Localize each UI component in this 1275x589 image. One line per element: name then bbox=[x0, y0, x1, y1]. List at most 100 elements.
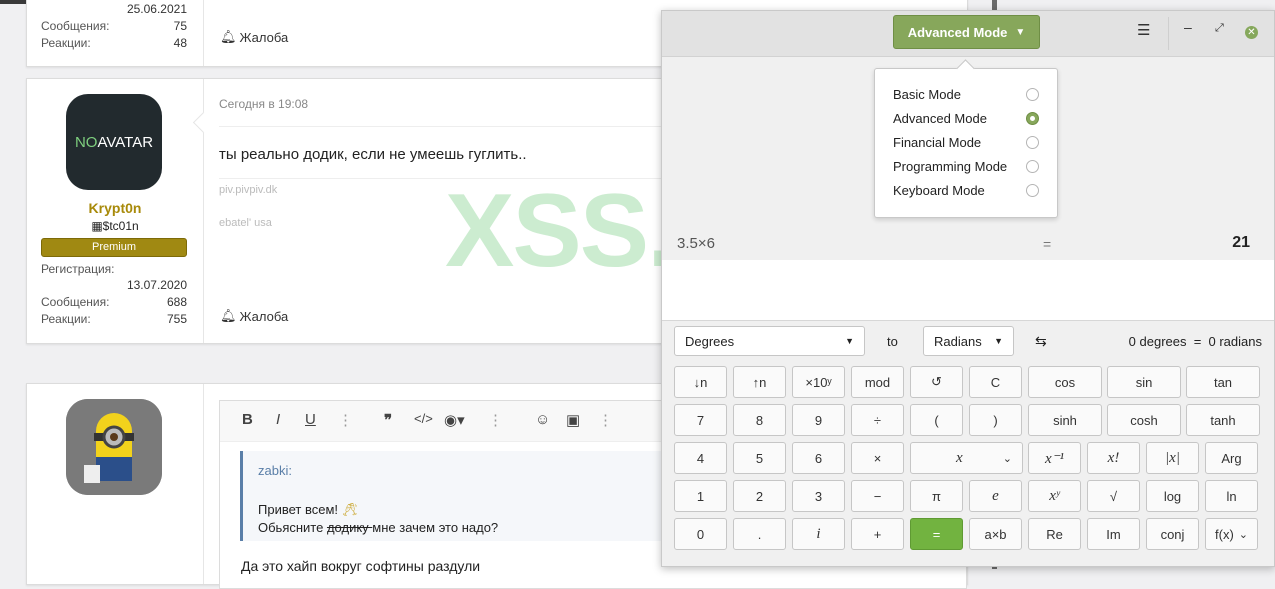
mode-option-programming[interactable]: Programming Mode bbox=[893, 159, 1039, 174]
key-sqrt[interactable]: √ bbox=[1087, 480, 1140, 512]
mode-selector-button[interactable]: Advanced Mode ▼ bbox=[893, 15, 1040, 49]
key-decimal[interactable]: . bbox=[733, 518, 786, 550]
key-3[interactable]: 3 bbox=[792, 480, 845, 512]
popover-arrow bbox=[956, 59, 975, 78]
italic-icon[interactable]: I bbox=[276, 411, 280, 428]
key-4[interactable]: 4 bbox=[674, 442, 727, 474]
key-2[interactable]: 2 bbox=[733, 480, 786, 512]
history-expression[interactable]: 3.5×6 bbox=[677, 235, 715, 252]
chevron-down-icon: ⌄ bbox=[1002, 452, 1012, 465]
key-0[interactable]: 0 bbox=[674, 518, 727, 550]
key-multiply[interactable]: × bbox=[851, 442, 904, 474]
key-inverse[interactable]: x⁻¹ bbox=[1028, 442, 1081, 474]
key-equals[interactable]: = bbox=[910, 518, 963, 550]
radio-icon[interactable] bbox=[1026, 160, 1039, 173]
more-icon[interactable]: ⋮ bbox=[598, 411, 613, 429]
underline-icon[interactable]: U bbox=[305, 411, 316, 428]
key-sinh[interactable]: sinh bbox=[1028, 404, 1102, 436]
to-label: to bbox=[887, 334, 898, 349]
key-add[interactable]: + bbox=[851, 518, 904, 550]
quote-author[interactable]: zabki: bbox=[258, 463, 292, 478]
post-user-sidebar bbox=[27, 384, 204, 584]
quote-line-1: Привет всем! 🥂︎ bbox=[258, 502, 359, 517]
chevron-down-icon: ▼ bbox=[1015, 26, 1026, 38]
history-result[interactable]: 21 bbox=[1232, 234, 1250, 252]
key-6[interactable]: 6 bbox=[792, 442, 845, 474]
key-cos[interactable]: cos bbox=[1028, 366, 1102, 398]
draft-text[interactable]: Да это хайп вокруг софтины раздули bbox=[241, 558, 480, 574]
quote-icon[interactable]: ❞ bbox=[384, 411, 392, 429]
post-date[interactable]: Сегодня в 19:08 bbox=[219, 97, 308, 111]
more-icon[interactable]: ⋮ bbox=[338, 411, 353, 429]
key-arg[interactable]: Arg bbox=[1205, 442, 1258, 474]
spoiler-icon[interactable]: ◉▾ bbox=[444, 411, 465, 429]
more-icon[interactable]: ⋮ bbox=[488, 411, 503, 429]
username[interactable]: Krypt0n bbox=[27, 200, 203, 216]
avatar[interactable]: NO AVATAR bbox=[66, 94, 162, 190]
key-imag-part[interactable]: Im bbox=[1087, 518, 1140, 550]
key-sin[interactable]: sin bbox=[1107, 366, 1181, 398]
key-power[interactable]: xʸ bbox=[1028, 480, 1081, 512]
bold-icon[interactable]: B bbox=[242, 411, 253, 428]
report-link[interactable]: 🔔︎ Жалоба bbox=[220, 29, 288, 45]
mode-option-basic[interactable]: Basic Mode bbox=[893, 87, 1039, 102]
code-icon[interactable]: </> bbox=[414, 411, 433, 426]
key-divide[interactable]: ÷ bbox=[851, 404, 904, 436]
header-separator bbox=[1168, 17, 1169, 50]
report-link[interactable]: 🔔︎ Жалоба bbox=[220, 308, 288, 324]
swap-units-icon[interactable]: ⇆ bbox=[1035, 333, 1047, 350]
key-shift-left[interactable]: ↑n bbox=[733, 366, 786, 398]
key-tan[interactable]: tan bbox=[1186, 366, 1260, 398]
key-clear[interactable]: C bbox=[969, 366, 1022, 398]
calculator-buttons-area: Degrees ▼ to Radians ▼ ⇆ 0 degrees = 0 rad… bbox=[662, 321, 1274, 566]
key-open-paren[interactable]: ( bbox=[910, 404, 963, 436]
unit-from-select[interactable]: Degrees ▼ bbox=[674, 326, 865, 356]
key-real[interactable]: Re bbox=[1028, 518, 1081, 550]
signature-line-1: piv.pivpiv.dk bbox=[219, 184, 278, 196]
key-abs[interactable]: |x| bbox=[1146, 442, 1199, 474]
key-function[interactable]: f(x) ⌄ bbox=[1205, 518, 1258, 550]
expression-entry[interactable] bbox=[662, 260, 1274, 321]
minion-avatar-image bbox=[66, 399, 162, 495]
key-mod[interactable]: mod bbox=[851, 366, 904, 398]
champagne-icon: 🥂︎ bbox=[341, 502, 359, 517]
avatar[interactable] bbox=[66, 399, 162, 495]
key-conjugate[interactable]: conj bbox=[1146, 518, 1199, 550]
history-row[interactable]: 3.5×6 = 21 bbox=[662, 231, 1274, 261]
key-log[interactable]: log bbox=[1146, 480, 1199, 512]
close-icon[interactable]: ✕ bbox=[1245, 26, 1258, 39]
minimize-icon[interactable]: – bbox=[1184, 19, 1192, 35]
undo-icon[interactable]: ↺ bbox=[910, 366, 963, 398]
mode-option-financial[interactable]: Financial Mode bbox=[893, 135, 1039, 150]
key-tanh[interactable]: tanh bbox=[1186, 404, 1260, 436]
key-close-paren[interactable]: ) bbox=[969, 404, 1022, 436]
radio-icon[interactable] bbox=[1026, 136, 1039, 149]
key-variable-x[interactable]: x ⌄ bbox=[910, 442, 1023, 474]
radio-selected-icon[interactable] bbox=[1026, 112, 1039, 125]
maximize-icon[interactable]: ⤢ bbox=[1215, 22, 1224, 35]
key-euler[interactable]: e bbox=[969, 480, 1022, 512]
key-scientific-notation[interactable]: a×b bbox=[969, 518, 1022, 550]
radio-icon[interactable] bbox=[1026, 88, 1039, 101]
key-ln[interactable]: ln bbox=[1205, 480, 1258, 512]
key-imaginary[interactable]: i bbox=[792, 518, 845, 550]
key-cosh[interactable]: cosh bbox=[1107, 404, 1181, 436]
mode-option-advanced[interactable]: Advanced Mode bbox=[893, 111, 1039, 126]
key-subtract[interactable]: − bbox=[851, 480, 904, 512]
menu-icon[interactable]: ☰ bbox=[1137, 21, 1150, 39]
dropdown-arrow-icon: ▼ bbox=[994, 336, 1003, 346]
key-5[interactable]: 5 bbox=[733, 442, 786, 474]
key-8[interactable]: 8 bbox=[733, 404, 786, 436]
key-9[interactable]: 9 bbox=[792, 404, 845, 436]
mode-option-keyboard[interactable]: Keyboard Mode bbox=[893, 183, 1039, 198]
image-icon[interactable]: ▣ bbox=[566, 411, 580, 429]
key-1[interactable]: 1 bbox=[674, 480, 727, 512]
key-exponent[interactable]: ×10ʸ bbox=[792, 366, 845, 398]
unit-to-select[interactable]: Radians ▼ bbox=[923, 326, 1014, 356]
key-7[interactable]: 7 bbox=[674, 404, 727, 436]
emoji-icon[interactable]: ☺ bbox=[535, 411, 550, 428]
key-shift-right[interactable]: ↓n bbox=[674, 366, 727, 398]
radio-icon[interactable] bbox=[1026, 184, 1039, 197]
key-pi[interactable]: π bbox=[910, 480, 963, 512]
key-factorial[interactable]: x! bbox=[1087, 442, 1140, 474]
